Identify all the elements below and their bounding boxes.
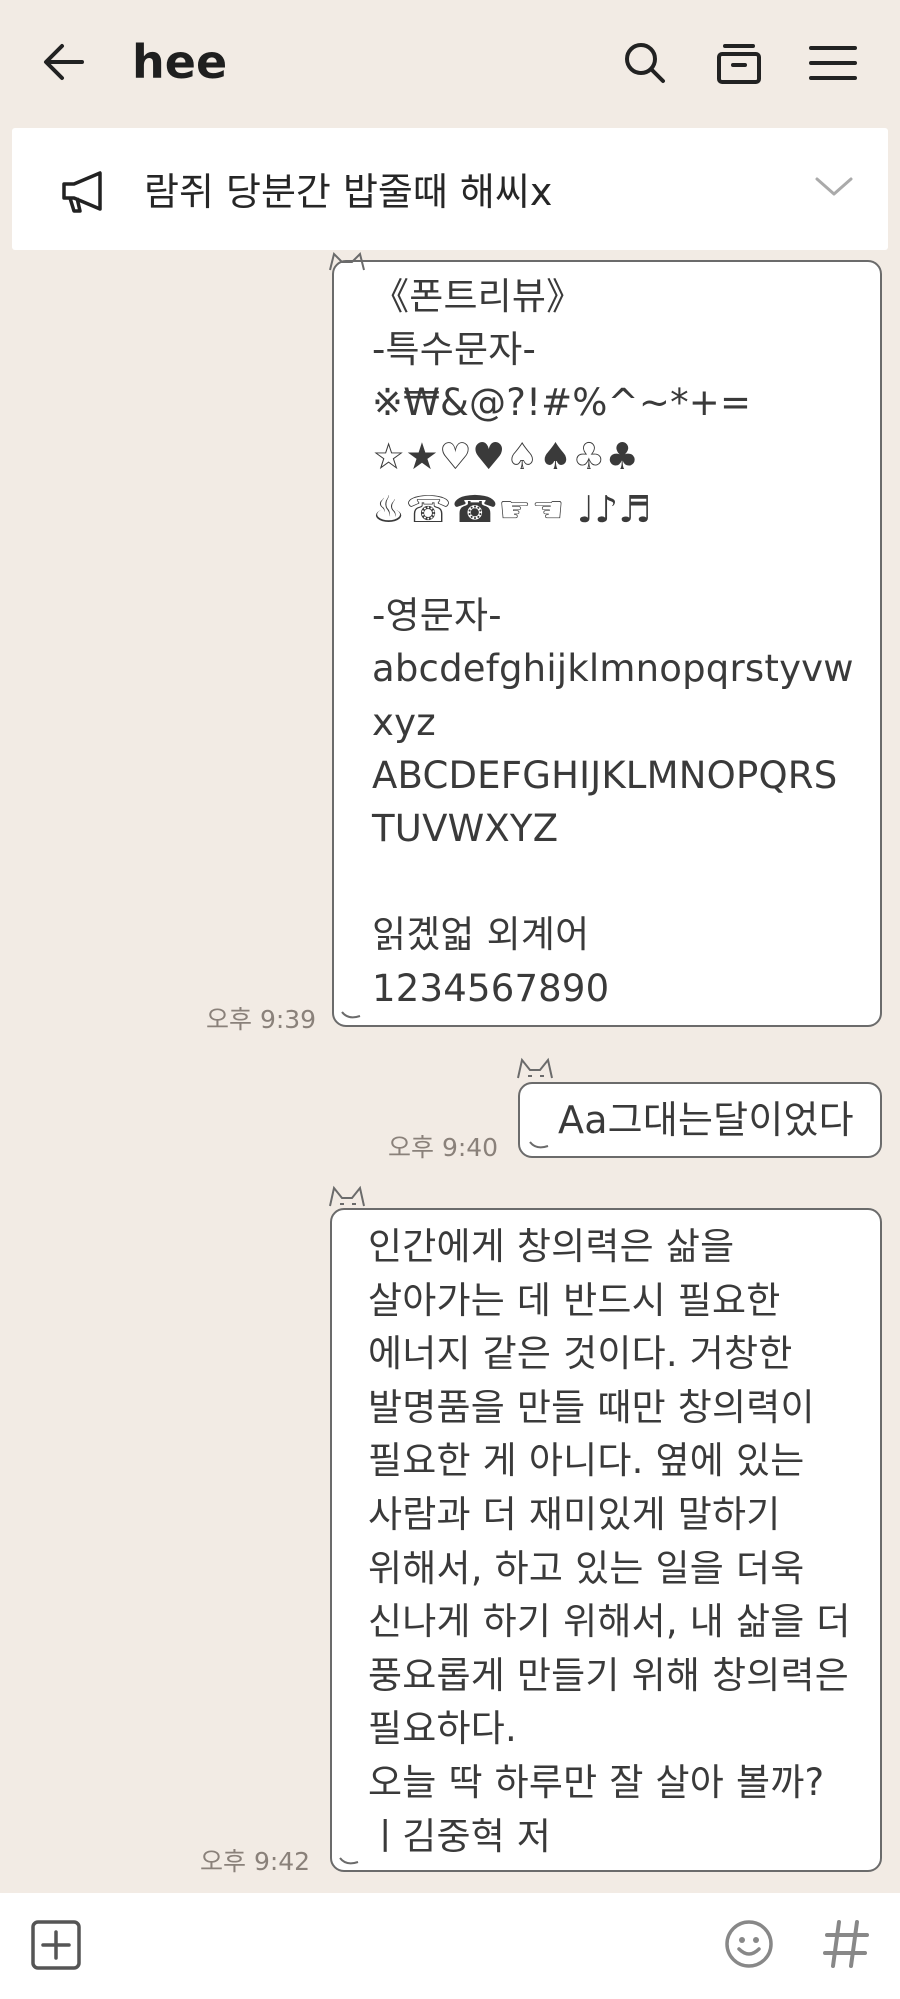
drawer-icon [717,44,761,84]
hashtag-button[interactable] [818,1913,874,1975]
chevron-down-icon[interactable] [814,172,854,202]
message-time: 오후 9:40 [388,1133,499,1162]
search-icon [625,43,665,83]
search-button[interactable] [616,34,674,92]
bubble-tail-icon [529,1141,549,1149]
back-arrow-icon [44,44,84,80]
message-time: 오후 9:42 [200,1847,311,1876]
chat-title: hee [132,35,228,89]
add-attachment-button[interactable] [28,1917,84,1973]
emoji-button[interactable] [720,1915,778,1973]
menu-icon [809,46,857,80]
input-bar [0,1893,900,1999]
drawer-button[interactable] [710,34,768,92]
bubble-tail-icon [341,1011,361,1019]
plus-box-icon [31,1920,81,1970]
message-text: 《폰트리뷰》 -특수문자- ※₩&@?!#%^~*+= ☆★♡♥♤♠♧♣ ♨☏☎… [372,275,854,1010]
notice-banner[interactable]: 람쥐 당분간 밥줄때 해씨x [12,128,888,250]
hashtag-icon [823,1920,869,1968]
bubble-tail-icon [339,1857,359,1865]
megaphone-icon [62,171,102,213]
cat-ears-icon [329,1185,365,1207]
message-time: 오후 9:39 [206,1005,317,1034]
message-text: 인간에게 창의력은 삶을 살아가는 데 반드시 필요한 에너지 같은 것이다. … [368,1225,851,1858]
message-bubble[interactable]: 《폰트리뷰》 -특수문자- ※₩&@?!#%^~*+= ☆★♡♥♤♠♧♣ ♨☏☎… [332,260,882,1027]
message-bubble[interactable]: 인간에게 창의력은 삶을 살아가는 데 반드시 필요한 에너지 같은 것이다. … [330,1208,882,1872]
message-bubble[interactable]: Aa그대는달이었다 [518,1082,882,1158]
notice-text: 람쥐 당분간 밥줄때 해씨x [144,170,553,214]
menu-button[interactable] [802,34,864,92]
message-text: Aa그대는달이었다 [558,1098,854,1142]
emoji-icon [725,1920,773,1968]
cat-ears-icon [329,252,365,271]
chat-header: hee [0,0,900,125]
back-button[interactable] [36,34,92,90]
cat-ears-icon [517,1057,553,1079]
